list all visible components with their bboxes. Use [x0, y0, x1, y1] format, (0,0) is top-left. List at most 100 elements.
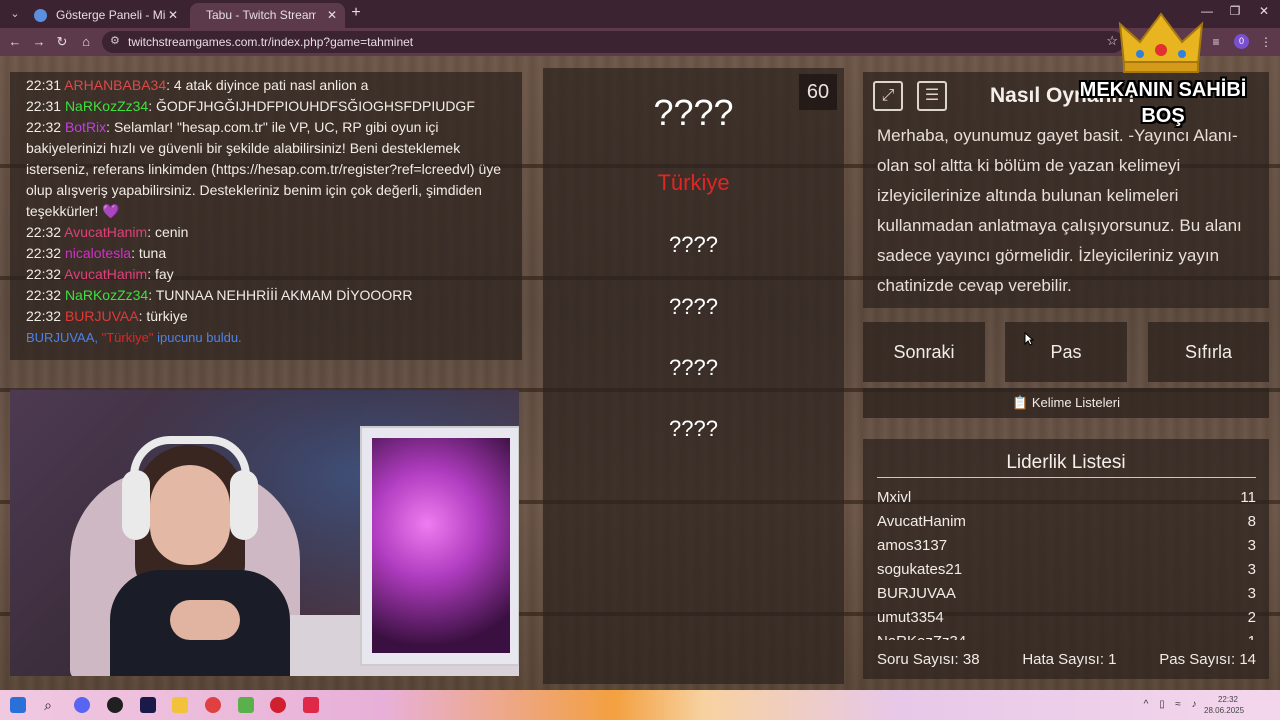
- notice-text: ipucunu buldu.: [153, 330, 242, 345]
- url-text: twitchstreamgames.com.tr/index.php?game=…: [128, 35, 414, 49]
- leaderboard-row: amos3137 3: [877, 534, 1256, 558]
- close-window-icon[interactable]: ✕: [1249, 4, 1279, 18]
- profile-badge[interactable]: 0: [1234, 34, 1249, 49]
- chat-time: 22:32: [26, 287, 62, 303]
- minecraft-icon[interactable]: [238, 697, 254, 713]
- tab-label: Gösterge Paneli - MissXss AI Bo: [56, 8, 166, 22]
- windows-taskbar: ⌕ ^ ▯ ≈ ♪ 22:32 28.06.2025: [0, 690, 1280, 720]
- leaderboard-row: NaRKozZz34 1: [877, 630, 1256, 640]
- crown-icon: [1118, 12, 1204, 73]
- leaderboard-title: Liderlik Listesi: [1006, 452, 1126, 473]
- tab-tabu-game[interactable]: Tabu - Twitch Stream Games ✕: [190, 3, 345, 28]
- address-bar[interactable]: ⚙ twitchstreamgames.com.tr/index.php?gam…: [102, 31, 1124, 53]
- hidden-word: ????: [669, 294, 718, 319]
- tray-arrow-icon[interactable]: ^: [1140, 699, 1152, 711]
- player-score: 11: [1240, 489, 1256, 506]
- next-button[interactable]: Sonraki: [863, 322, 985, 382]
- close-tab-icon[interactable]: ✕: [168, 3, 178, 28]
- app-icon[interactable]: [270, 697, 286, 713]
- player-name: sogukates21: [877, 561, 963, 578]
- chat-text: : cenin: [147, 224, 189, 240]
- player-name: amos3137: [877, 537, 948, 554]
- hint-found-notice: BURJUVAA, "Türkiye" ipucunu buldu.: [26, 327, 506, 348]
- player-name: NaRKozZz34: [877, 630, 966, 640]
- menu-icon[interactable]: ⋮: [1258, 34, 1274, 50]
- bookmark-star-icon[interactable]: ☆: [1106, 33, 1118, 49]
- tab-dashboard[interactable]: Gösterge Paneli - MissXss AI Bo ✕: [26, 3, 186, 28]
- close-tab-icon[interactable]: ✕: [327, 3, 337, 28]
- chat-user: NaRKozZz34: [64, 98, 149, 114]
- webcam-pc-lights: [372, 438, 510, 653]
- word-lists-button[interactable]: 📋 Kelime Listeleri: [863, 388, 1269, 418]
- chat-time: 22:32: [26, 224, 62, 240]
- main-word-hidden: ????: [653, 92, 734, 133]
- volume-icon[interactable]: ♪: [1188, 699, 1200, 711]
- forward-icon[interactable]: →: [29, 33, 49, 51]
- tab-search-icon[interactable]: ⌄: [6, 5, 24, 23]
- network-icon[interactable]: ≈: [1172, 699, 1184, 711]
- chat-user: nicalotesla: [64, 245, 132, 261]
- windows-start-icon[interactable]: [10, 697, 26, 713]
- chat-text: : TUNNAA NEHHRİİİ AKMAM DİYOOORR: [148, 287, 413, 303]
- player-score: 8: [1247, 513, 1256, 530]
- chat-time: 22:31: [26, 98, 62, 114]
- chat-user: BotRix: [64, 119, 107, 135]
- site-info-icon[interactable]: ⚙: [110, 34, 120, 47]
- streamer-hands: [170, 600, 240, 640]
- pass-button[interactable]: Pas: [1005, 322, 1127, 382]
- taskbar-clock[interactable]: 22:32 28.06.2025: [1204, 694, 1244, 716]
- clock-time: 22:32: [1217, 695, 1238, 704]
- game-stats: Soru Sayısı: 38 Hata Sayısı: 1 Pas Sayıs…: [877, 651, 1256, 668]
- webcam-streamer: [110, 430, 320, 676]
- how-to-play-text: Merhaba, oyunumuz gayet basit. -Yayıncı …: [877, 126, 1242, 295]
- valorant-icon[interactable]: [303, 697, 319, 713]
- file-explorer-icon[interactable]: [172, 697, 188, 713]
- home-icon[interactable]: ⌂: [76, 33, 96, 51]
- fullscreen-icon[interactable]: ⤢: [873, 81, 903, 111]
- chat-user: AvucatHanim: [64, 266, 148, 282]
- search-icon[interactable]: ⌕: [40, 697, 56, 713]
- player-name: AvucatHanim: [877, 513, 966, 530]
- chat-message: 22:32 BotRix: Selamlar! "hesap.com.tr" i…: [26, 117, 506, 222]
- notice-user: BURJUVAA,: [26, 330, 98, 345]
- chat-text: : ĞODFJHGĞIJHDFPIOUHDFSĞIOGHSFDPIUDGF: [148, 98, 475, 114]
- player-score: 2: [1247, 609, 1256, 626]
- reload-icon[interactable]: ↻: [52, 33, 72, 51]
- player-score: 3: [1247, 537, 1256, 554]
- streamer-face: [150, 465, 230, 565]
- back-icon[interactable]: ←: [5, 33, 25, 51]
- notice-word: "Türkiye": [101, 330, 154, 345]
- player-name: Mxivl: [877, 489, 912, 506]
- tab-label: Tabu - Twitch Stream Games: [206, 8, 316, 22]
- chat-text: : türkiye: [138, 308, 188, 324]
- leaderboard-row: umut3354 2: [877, 606, 1256, 630]
- headset-left: [122, 470, 150, 540]
- discord-icon[interactable]: [74, 697, 90, 713]
- leaderboard-row: BURJUVAA 3: [877, 582, 1256, 606]
- obs-icon[interactable]: [107, 697, 123, 713]
- document-icon[interactable]: ☰: [917, 81, 947, 111]
- chrome-icon[interactable]: [205, 697, 221, 713]
- player-score: 3: [1247, 561, 1256, 578]
- browser-toolbar: ← → ↻ ⌂ ⚙ twitchstreamgames.com.tr/index…: [0, 28, 1280, 56]
- hidden-word: ????: [669, 232, 718, 257]
- reading-list-icon[interactable]: ≡: [1208, 34, 1224, 50]
- question-count: Soru Sayısı: 38: [877, 651, 980, 668]
- premiere-icon[interactable]: [140, 697, 156, 713]
- new-tab-button[interactable]: +: [346, 4, 366, 22]
- chat-user: AvucatHanim: [64, 224, 148, 240]
- site-favicon-icon: [34, 9, 47, 22]
- browser-tab-bar: ⌄ Gösterge Paneli - MissXss AI Bo ✕ Tabu…: [0, 0, 1280, 28]
- leaderboard-row: Mxivl 11: [877, 486, 1256, 510]
- battery-icon[interactable]: ▯: [1156, 699, 1168, 711]
- player-name: BURJUVAA: [877, 585, 956, 602]
- chat-message: 22:32 nicalotesla: tuna: [26, 243, 506, 264]
- chat-time: 22:32: [26, 266, 62, 282]
- restore-icon[interactable]: ❐: [1220, 4, 1250, 18]
- chat-message: 22:31 NaRKozZz34: ĞODFJHGĞIJHDFPIOUHDFSĞ…: [26, 96, 506, 117]
- reset-button[interactable]: Sıfırla: [1148, 322, 1269, 382]
- leaderboard-list: Mxivl 11 AvucatHanim 8 amos3137 3 sogukates…: [877, 486, 1256, 640]
- owner-overlay-label: MEKANIN SAHİBİ BOŞ: [1058, 77, 1268, 129]
- chat-panel: 22:31 ARHANBABA34: 4 atak diyince pati n…: [10, 72, 522, 360]
- chat-message: 22:32 NaRKozZz34: TUNNAA NEHHRİİİ AKMAM …: [26, 285, 506, 306]
